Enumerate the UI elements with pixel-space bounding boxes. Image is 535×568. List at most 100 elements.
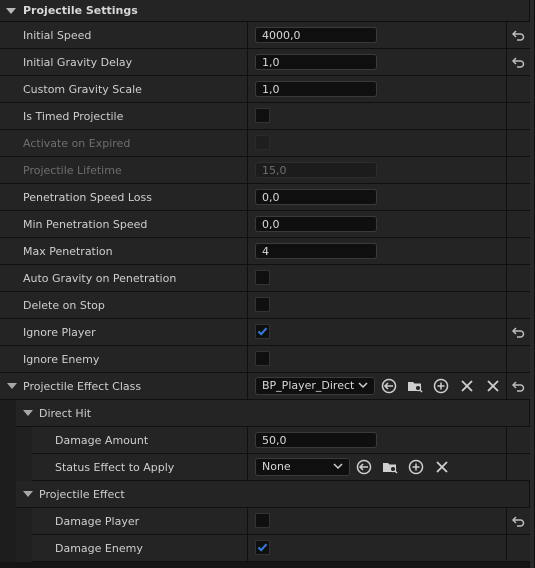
property-row-min-penetration-speed: Min Penetration Speed 0,0 xyxy=(0,211,530,238)
property-label: Projectile Lifetime xyxy=(23,163,122,177)
reset-cell xyxy=(506,427,530,453)
initial-gravity-delay-input[interactable]: 1,0 xyxy=(255,54,377,70)
property-row-penetration-speed-loss: Penetration Speed Loss 0,0 xyxy=(0,184,530,211)
property-label: Damage Player xyxy=(55,514,140,528)
reset-cell xyxy=(506,211,530,237)
clear-icon[interactable] xyxy=(459,378,475,394)
property-label: Initial Speed xyxy=(23,28,92,42)
expand-arrow-icon[interactable] xyxy=(23,410,33,416)
property-row-projectile-lifetime: Projectile Lifetime 15,0 xyxy=(0,157,530,184)
indent-guide xyxy=(0,427,16,454)
delete-icon[interactable] xyxy=(485,378,501,394)
group-label: Projectile Effect xyxy=(39,487,125,501)
initial-speed-input[interactable]: 4000,0 xyxy=(255,27,377,43)
projectile-effect-class-dropdown[interactable]: BP_Player_Direct xyxy=(255,377,375,395)
value-cell xyxy=(247,535,507,561)
activate-on-expired-checkbox xyxy=(255,135,270,150)
value-cell xyxy=(247,130,507,156)
value-cell: 4000,0 xyxy=(247,22,507,48)
use-selected-asset-icon[interactable] xyxy=(356,459,372,475)
ignore-enemy-checkbox[interactable] xyxy=(255,351,270,366)
property-row-damage-player: Damage Player xyxy=(0,508,530,535)
reset-cell xyxy=(506,265,530,291)
property-row-initial-speed: Initial Speed 4000,0 xyxy=(0,22,530,49)
auto-gravity-on-penetration-checkbox[interactable] xyxy=(255,270,270,285)
property-row-projectile-effect-class: Projectile Effect Class BP_Player_Direct xyxy=(0,373,530,400)
reset-cell xyxy=(506,130,530,156)
reset-to-default-icon[interactable] xyxy=(512,56,525,68)
add-icon[interactable] xyxy=(408,459,424,475)
property-label: Ignore Player xyxy=(23,325,96,339)
indent-guide xyxy=(0,400,16,427)
indent-guide xyxy=(0,454,16,481)
value-cell xyxy=(247,103,507,129)
property-label: Min Penetration Speed xyxy=(23,217,148,231)
ignore-player-checkbox[interactable] xyxy=(255,324,270,339)
clear-icon[interactable] xyxy=(434,459,450,475)
expand-arrow-icon[interactable] xyxy=(7,383,17,389)
reset-to-default-icon[interactable] xyxy=(512,515,525,527)
property-label: Delete on Stop xyxy=(23,298,105,312)
value-cell xyxy=(247,265,507,291)
property-row-damage-enemy: Damage Enemy xyxy=(0,535,530,562)
is-timed-projectile-checkbox[interactable] xyxy=(255,108,270,123)
status-effect-dropdown[interactable]: None xyxy=(255,458,350,476)
reset-cell xyxy=(506,292,530,318)
reset-cell xyxy=(506,238,530,264)
property-row-is-timed-projectile: Is Timed Projectile xyxy=(0,103,530,130)
property-label: Is Timed Projectile xyxy=(23,109,124,123)
value-cell: 4 xyxy=(247,238,507,264)
indent-guide xyxy=(16,535,32,562)
property-label: Damage Enemy xyxy=(55,541,143,555)
indent-guide xyxy=(16,508,32,535)
reset-to-default-icon[interactable] xyxy=(512,380,525,392)
dropdown-value: BP_Player_Direct xyxy=(262,379,355,392)
group-label: Direct Hit xyxy=(39,406,92,420)
use-selected-asset-icon[interactable] xyxy=(381,378,397,394)
dropdown-value: None xyxy=(262,460,291,473)
add-icon[interactable] xyxy=(433,378,449,394)
expand-arrow-icon[interactable] xyxy=(23,491,33,497)
property-row-custom-gravity-scale: Custom Gravity Scale 1,0 xyxy=(0,76,530,103)
section-header[interactable]: Projectile Settings xyxy=(0,0,529,22)
value-cell xyxy=(247,319,507,345)
value-cell: 0,0 xyxy=(247,184,507,210)
reset-cell xyxy=(506,535,530,561)
chevron-down-icon xyxy=(358,382,368,389)
damage-amount-input[interactable]: 50,0 xyxy=(255,432,377,448)
property-label: Custom Gravity Scale xyxy=(23,82,142,96)
reset-cell xyxy=(506,319,530,345)
reset-cell xyxy=(506,103,530,129)
damage-player-checkbox[interactable] xyxy=(255,513,270,528)
property-row-max-penetration: Max Penetration 4 xyxy=(0,238,530,265)
indent-guide xyxy=(0,508,16,535)
reset-to-default-icon[interactable] xyxy=(512,29,525,41)
penetration-speed-loss-input[interactable]: 0,0 xyxy=(255,189,377,205)
property-label: Activate on Expired xyxy=(23,136,131,150)
max-penetration-input[interactable]: 4 xyxy=(255,243,377,259)
property-label: Penetration Speed Loss xyxy=(23,190,152,204)
property-label: Initial Gravity Delay xyxy=(23,55,133,69)
value-cell: BP_Player_Direct xyxy=(247,373,507,399)
property-row-status-effect-to-apply: Status Effect to Apply None xyxy=(0,454,530,481)
custom-gravity-scale-input[interactable]: 1,0 xyxy=(255,81,377,97)
scrollbar-thumb[interactable] xyxy=(530,0,534,568)
value-cell xyxy=(247,292,507,318)
value-cell: 1,0 xyxy=(247,76,507,102)
reset-to-default-icon[interactable] xyxy=(512,326,525,338)
property-row-initial-gravity-delay: Initial Gravity Delay 1,0 xyxy=(0,49,530,76)
property-row-ignore-enemy: Ignore Enemy xyxy=(0,346,530,373)
browse-asset-icon[interactable] xyxy=(407,378,423,394)
property-label: Projectile Effect Class xyxy=(23,379,142,393)
reset-cell xyxy=(506,157,530,183)
collapse-arrow-icon[interactable] xyxy=(6,7,16,14)
damage-enemy-checkbox[interactable] xyxy=(255,540,270,555)
delete-on-stop-checkbox[interactable] xyxy=(255,297,270,312)
reset-cell xyxy=(506,373,530,399)
min-penetration-speed-input[interactable]: 0,0 xyxy=(255,216,377,232)
browse-asset-icon[interactable] xyxy=(382,459,398,475)
group-row-projectile-effect: Projectile Effect xyxy=(0,481,529,508)
reset-cell xyxy=(506,508,530,534)
checkmark-icon xyxy=(257,543,268,552)
reset-cell xyxy=(506,76,530,102)
